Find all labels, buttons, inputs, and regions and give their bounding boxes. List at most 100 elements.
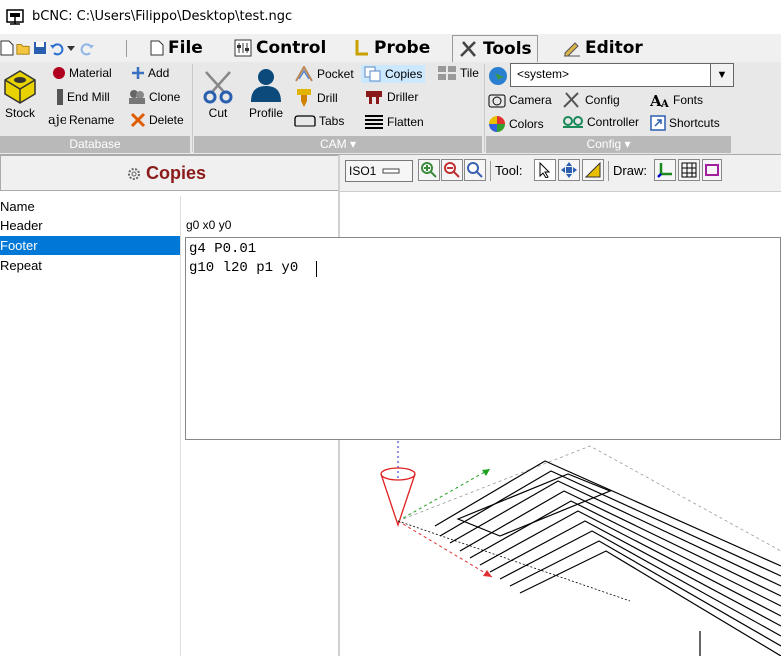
fonts-icon: AA (650, 92, 669, 108)
delete-button[interactable]: Delete (130, 112, 184, 128)
property-name[interactable]: Name (0, 197, 180, 216)
redo-icon[interactable] (80, 40, 94, 56)
undo-dropdown-icon[interactable] (66, 40, 76, 56)
controller-button[interactable]: Controller (562, 115, 639, 129)
tab-file-label: File (168, 38, 203, 58)
config-button[interactable]: Config (562, 92, 620, 108)
zoom-in-button[interactable] (418, 159, 440, 181)
x-axis (397, 520, 493, 578)
editor-tab-icon (564, 42, 580, 57)
margins-icon (705, 164, 719, 176)
shortcuts-icon (650, 115, 666, 131)
zoom-fit-icon (467, 162, 483, 178)
rename-button[interactable]: aje Rename (48, 112, 114, 128)
fonts-label: Fonts (673, 93, 704, 107)
ruler-icon (585, 162, 601, 178)
margins-toggle-button[interactable] (702, 159, 722, 181)
controller-label: Controller (587, 115, 640, 129)
tabs-label: Tabs (319, 114, 345, 128)
menu-tab-bar: File Control Probe Tools Editor (0, 34, 781, 62)
end-mill-icon (57, 89, 63, 105)
tabs-button[interactable]: Tabs (294, 114, 344, 128)
flatten-button[interactable]: Flatten (364, 114, 424, 130)
tab-tools[interactable]: Tools (452, 35, 538, 62)
colors-button[interactable]: Colors (488, 115, 544, 133)
flatten-label: Flatten (387, 115, 424, 129)
tool-label: Tool: (495, 163, 523, 178)
editor-line: g4 P0.01 (189, 241, 257, 257)
stock-button[interactable]: Stock (0, 68, 40, 120)
camera-button[interactable]: Camera (488, 92, 552, 108)
gear-icon (128, 167, 140, 180)
panel-title-text: Copies (146, 163, 207, 183)
add-button[interactable]: Add (131, 66, 169, 80)
header-value[interactable]: g0 x0 y0 (186, 218, 231, 232)
window-title: bCNC: C:\Users\Filippo\Desktop\test.ngc (32, 9, 293, 24)
property-header[interactable]: Header (0, 216, 180, 235)
clone-button[interactable]: Clone (128, 89, 180, 105)
tab-control[interactable]: Control (234, 34, 326, 62)
undo-icon[interactable] (50, 40, 64, 56)
profile-button[interactable]: Profile (245, 66, 287, 120)
copies-button[interactable]: Copies (361, 65, 426, 83)
probe-tab-icon (355, 40, 368, 56)
cam-group-label[interactable]: CAM ▾ (194, 136, 482, 153)
bcnc-app-icon (6, 9, 24, 25)
ruler-tool-button[interactable] (582, 159, 604, 181)
drill-button[interactable]: Drill (294, 89, 338, 107)
material-button[interactable]: Material (52, 66, 112, 80)
controller-select-value: <system> (517, 67, 570, 81)
column-divider (180, 196, 181, 656)
tile-label: Tile (460, 66, 479, 80)
material-label: Material (69, 66, 112, 80)
colors-label: Colors (509, 117, 544, 131)
zoom-out-button[interactable] (441, 159, 463, 181)
tab-editor[interactable]: Editor (563, 34, 643, 62)
zoom-fit-button[interactable] (464, 159, 486, 181)
stock-outline (397, 445, 781, 552)
camera-label: Camera (509, 93, 552, 107)
driller-button[interactable]: Driller (364, 89, 418, 105)
chevron-down-icon[interactable]: ▼ (710, 64, 733, 86)
config-label: Config (585, 93, 620, 107)
config-group-label[interactable]: Config ▾ (486, 136, 731, 153)
add-label: Add (148, 66, 170, 80)
tab-probe[interactable]: Probe (354, 34, 430, 62)
save-icon[interactable] (33, 40, 47, 56)
colors-icon (489, 116, 505, 132)
fonts-button[interactable]: AA Fonts (650, 92, 703, 108)
tab-probe-label: Probe (374, 38, 431, 58)
ribbon: Stock Material End Mill aje Rename Add C… (0, 62, 781, 155)
editor-line: g10 l20 p1 y0 (189, 260, 299, 276)
property-footer[interactable]: Footer (0, 236, 180, 255)
tab-tools-label: Tools (483, 39, 532, 59)
pan-tool-button[interactable] (558, 159, 580, 181)
axes-toggle-button[interactable] (654, 159, 676, 181)
property-repeat[interactable]: Repeat (0, 256, 180, 275)
cut-button[interactable]: Cut (198, 68, 238, 120)
tool-cone-top (380, 467, 416, 481)
copies-icon (364, 66, 381, 82)
toolbar-separator (126, 40, 127, 57)
select-tool-button[interactable] (534, 159, 556, 181)
new-file-icon[interactable] (0, 40, 14, 56)
scissors-icon (203, 71, 233, 104)
driller-label: Driller (387, 90, 419, 104)
end-mill-label: End Mill (67, 90, 110, 104)
open-folder-icon[interactable] (16, 40, 30, 56)
text-cursor (316, 261, 317, 277)
controller-select[interactable]: <system> ▼ (510, 63, 734, 87)
camera-icon (488, 94, 506, 108)
delete-icon (130, 112, 146, 128)
tab-file[interactable]: File (150, 34, 203, 62)
footer-editor[interactable]: g4 P0.01 g10 l20 p1 y0 (185, 237, 781, 440)
end-mill-button[interactable]: End Mill (56, 89, 110, 105)
view-select[interactable]: ISO1 (345, 160, 413, 182)
shortcuts-button[interactable]: Shortcuts (650, 115, 720, 131)
toolbar-separator (490, 161, 491, 181)
tile-button[interactable]: Tile (437, 65, 479, 81)
grid-toggle-button[interactable] (678, 159, 700, 181)
control-tab-icon (234, 39, 252, 57)
pocket-button[interactable]: Pocket (294, 66, 354, 82)
clone-label: Clone (149, 90, 181, 104)
